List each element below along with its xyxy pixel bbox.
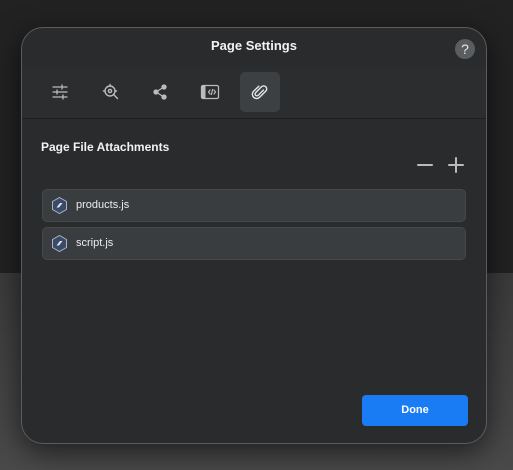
settings-toolbar bbox=[22, 69, 486, 118]
dialog-title: Page Settings bbox=[211, 38, 297, 53]
search-target-icon bbox=[102, 83, 119, 100]
attachments-heading: Page File Attachments bbox=[41, 140, 170, 154]
tab-code[interactable] bbox=[190, 72, 230, 112]
add-attachment-button[interactable] bbox=[446, 155, 466, 175]
done-button[interactable]: Done bbox=[362, 395, 468, 426]
share-icon bbox=[153, 84, 167, 100]
page-settings-dialog: Page Settings ? Page File Attachments pr… bbox=[21, 27, 487, 444]
attachment-row-products[interactable]: products.js bbox=[42, 189, 466, 222]
sliders-icon bbox=[52, 84, 68, 100]
minus-icon bbox=[417, 164, 433, 166]
attachment-name: products.js bbox=[76, 199, 130, 211]
remove-attachment-button[interactable] bbox=[415, 155, 435, 175]
js-file-icon bbox=[52, 197, 67, 214]
attachment-row-script[interactable]: script.js bbox=[42, 227, 466, 260]
code-embed-icon bbox=[200, 84, 220, 100]
tab-attachments[interactable] bbox=[240, 72, 280, 112]
attachment-name: script.js bbox=[76, 237, 114, 249]
toolbar-divider bbox=[22, 118, 486, 119]
tab-seo[interactable] bbox=[91, 72, 131, 112]
plus-icon bbox=[448, 157, 464, 173]
tab-share[interactable] bbox=[140, 72, 180, 112]
help-button[interactable]: ? bbox=[455, 39, 475, 59]
js-file-icon bbox=[52, 235, 67, 252]
tab-general[interactable] bbox=[40, 72, 80, 112]
paperclip-icon bbox=[251, 85, 268, 100]
